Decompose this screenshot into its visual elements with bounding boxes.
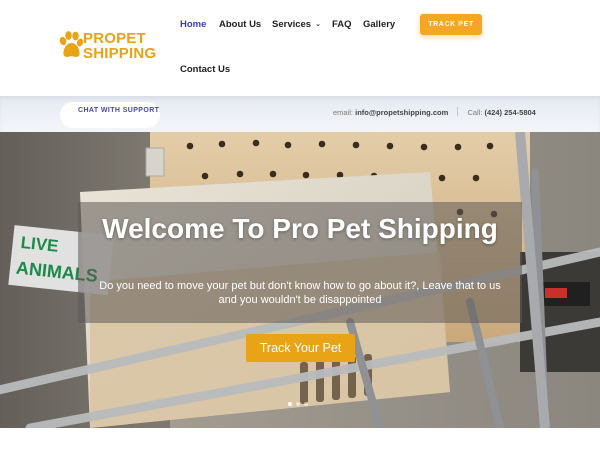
sticker-line-1: LIVE: [20, 233, 60, 256]
nav-services-label: Services: [272, 19, 312, 30]
chevron-down-icon: ⌄: [315, 21, 321, 28]
call-label: Call:: [467, 108, 483, 117]
nav-gallery[interactable]: Gallery: [363, 19, 395, 30]
slide-dot[interactable]: [288, 402, 292, 406]
nav-home[interactable]: Home: [180, 19, 206, 30]
brand-line-2: SHIPPING: [83, 45, 157, 62]
nav-services[interactable]: Services ⌄: [272, 19, 321, 30]
hero-subtitle: Do you need to move your pet but don't k…: [99, 280, 501, 306]
brand-line-1: PROPET: [83, 30, 146, 47]
slide-dot[interactable]: [296, 402, 300, 406]
email-label: email:: [333, 108, 354, 117]
hero-slider: LIVE ANIMALS Welcome To Pro Pet Shipping…: [0, 132, 600, 428]
site-header: PROPET SHIPPING Home About Us Services ⌄ …: [0, 0, 600, 96]
site-logo[interactable]: PROPET SHIPPING: [58, 30, 164, 64]
divider: [457, 107, 459, 116]
track-pet-button[interactable]: TRACK PET: [420, 14, 482, 35]
track-your-pet-button[interactable]: Track Your Pet: [246, 334, 355, 362]
contact-line: email: info@propetshipping.com Call: (42…: [333, 107, 536, 117]
chat-with-support-button[interactable]: CHAT WITH SUPPORT: [60, 102, 160, 128]
paw-icon: [59, 31, 84, 57]
nav-faq[interactable]: FAQ: [332, 19, 352, 30]
nav-contact-us[interactable]: Contact Us: [180, 64, 230, 75]
phone-link[interactable]: (424) 254-5804: [485, 108, 536, 117]
nav-about-us[interactable]: About Us: [219, 19, 261, 30]
email-link[interactable]: info@propetshipping.com: [355, 108, 448, 117]
slider-pagination: [288, 402, 308, 406]
hero-title: Welcome To Pro Pet Shipping: [102, 213, 498, 244]
slide-dot[interactable]: [304, 402, 308, 406]
